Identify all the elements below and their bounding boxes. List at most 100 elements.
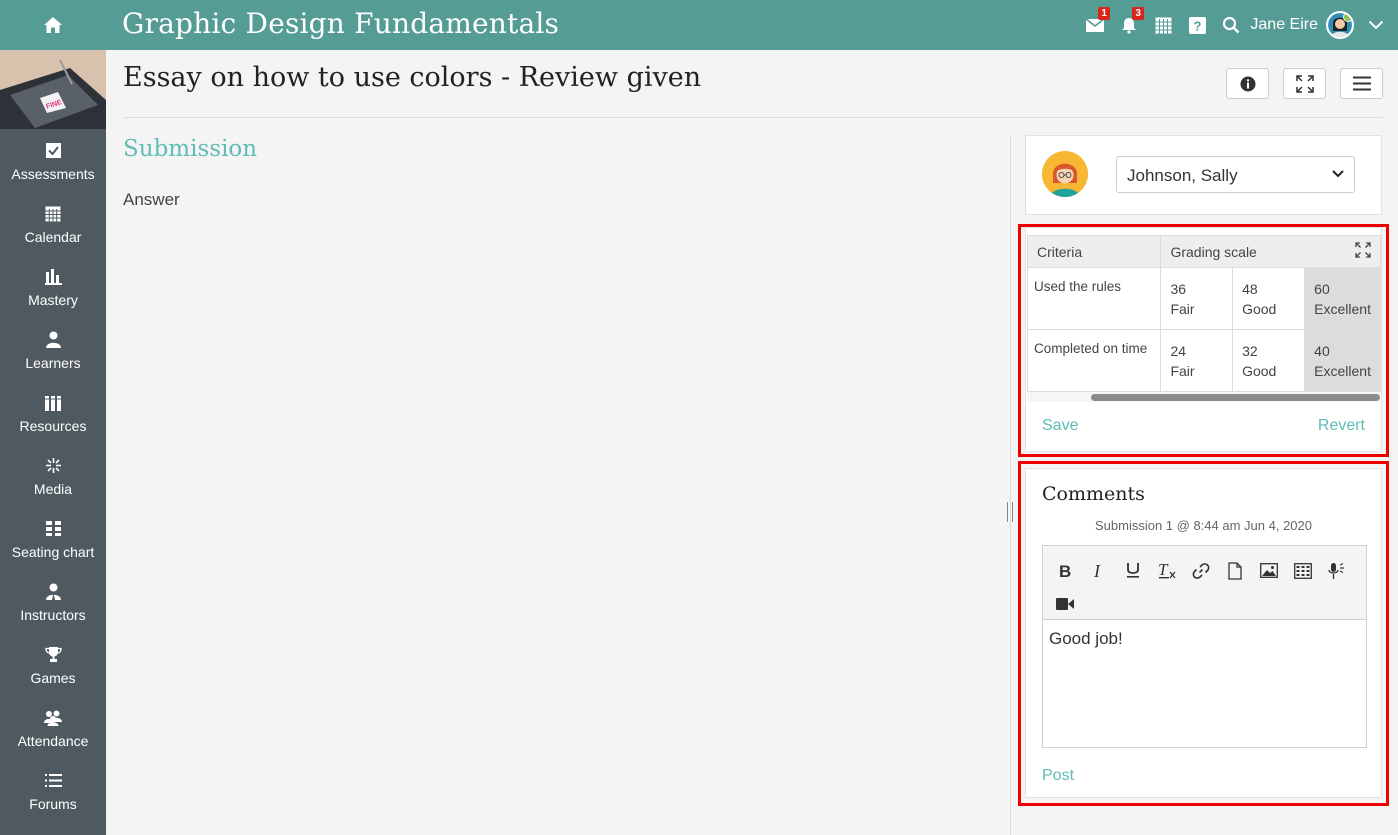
group-icon [44, 707, 62, 729]
notifications-button[interactable]: 3 [1112, 0, 1146, 50]
italic-icon: I [1092, 563, 1106, 579]
rubric-level-cell[interactable]: 24 Fair [1160, 329, 1234, 392]
scrollbar-thumb[interactable] [1091, 394, 1380, 401]
sidebar-item-mastery[interactable]: Mastery [0, 255, 106, 318]
messages-badge: 1 [1098, 7, 1110, 20]
rubric-level-cell[interactable]: 36 Fair [1160, 267, 1234, 330]
microphone-icon [1328, 562, 1346, 580]
submission-heading: Submission [123, 136, 258, 162]
grading-scale-header: Grading scale [1160, 235, 1381, 268]
rubric-panel: Criteria Grading scale Used the rules 36… [1025, 227, 1382, 452]
link-button[interactable] [1184, 554, 1218, 587]
level-label: Good [1242, 301, 1277, 317]
level-label: Fair [1170, 363, 1195, 379]
sidebar-item-calendar[interactable]: Calendar [0, 192, 106, 255]
panel-divider [1010, 135, 1011, 835]
books-icon [44, 392, 62, 414]
sidebar: FINE Assessments Calendar Mastery Learne… [0, 50, 106, 835]
learner-avatar [1042, 151, 1088, 197]
sidebar-item-label: Seating chart [11, 543, 95, 560]
chevron-down-icon [1332, 170, 1344, 178]
panel-resize-handle[interactable] [1006, 502, 1014, 522]
calendar-grid-icon [1154, 17, 1172, 34]
sidebar-item-media[interactable]: Media [0, 444, 106, 507]
record-audio-button[interactable] [1320, 554, 1354, 587]
rubric-level-cell-selected[interactable]: 40 Excellent [1304, 329, 1381, 392]
learner-select[interactable]: Johnson, Sally [1116, 156, 1355, 193]
sidebar-item-forums[interactable]: Forums [0, 759, 106, 822]
horizontal-scrollbar[interactable] [1027, 392, 1380, 402]
comment-textarea[interactable]: Good job! [1043, 620, 1366, 747]
calendar-icon [45, 203, 61, 225]
sidebar-item-label: Mastery [28, 291, 78, 308]
page-title: Essay on how to use colors - Review give… [123, 62, 702, 93]
sidebar-item-seating-chart[interactable]: Seating chart [0, 507, 106, 570]
messages-button[interactable]: 1 [1078, 0, 1112, 50]
submission-meta: Submission 1 @ 8:44 am Jun 4, 2020 [1095, 518, 1312, 533]
sidebar-item-label: Instructors [20, 606, 86, 623]
info-button[interactable] [1226, 68, 1269, 99]
post-button[interactable]: Post [1042, 767, 1074, 785]
svg-text:I: I [1093, 563, 1101, 579]
learner-select-value: Johnson, Sally [1127, 166, 1238, 185]
title-divider [123, 117, 1383, 118]
menu-button[interactable] [1340, 68, 1383, 99]
insert-file-button[interactable] [1218, 554, 1252, 587]
level-label: Excellent [1314, 301, 1371, 317]
insert-table-button[interactable] [1286, 554, 1320, 587]
sidebar-item-label: Media [33, 480, 73, 497]
course-thumbnail[interactable]: FINE [0, 50, 106, 129]
sidebar-item-label: Assessments [11, 165, 95, 182]
answer-label: Answer [123, 190, 180, 209]
expand-icon [1295, 74, 1314, 93]
user-menu-toggle[interactable] [1354, 0, 1398, 50]
seating-grid-icon [45, 518, 62, 540]
revert-button[interactable]: Revert [1318, 417, 1365, 435]
fullscreen-button[interactable] [1283, 68, 1326, 99]
sidebar-item-resources[interactable]: Resources [0, 381, 106, 444]
bold-button[interactable]: B [1048, 554, 1082, 587]
sidebar-item-label: Learners [25, 354, 81, 371]
save-button[interactable]: Save [1042, 417, 1078, 435]
clear-format-icon: T [1158, 562, 1176, 579]
hamburger-icon [1352, 76, 1371, 91]
rubric-level-cell[interactable]: 48 Good [1232, 267, 1306, 330]
link-icon [1192, 562, 1210, 580]
level-points: 24 [1170, 343, 1187, 359]
underline-button[interactable] [1116, 554, 1150, 587]
sidebar-item-attendance[interactable]: Attendance [0, 696, 106, 759]
level-points: 48 [1242, 281, 1258, 297]
calendar-button[interactable] [1146, 0, 1180, 50]
insert-image-button[interactable] [1252, 554, 1286, 587]
video-camera-icon [1056, 597, 1074, 611]
italic-button[interactable]: I [1082, 554, 1116, 587]
sidebar-item-label: Games [30, 669, 76, 686]
username[interactable]: Jane Eire [1250, 16, 1318, 34]
help-button[interactable]: ? [1180, 0, 1214, 50]
table-row: Used the rules 36 Fair 48 Good 60 Excellent [1026, 267, 1381, 330]
sidebar-item-instructors[interactable]: Instructors [0, 570, 106, 633]
online-status-dot [1343, 13, 1352, 22]
rubric-level-cell-selected[interactable]: 60 Excellent [1304, 267, 1381, 330]
list-icon [44, 770, 62, 792]
notifications-badge: 3 [1132, 7, 1144, 20]
expand-rubric-icon[interactable] [1355, 242, 1371, 258]
user-avatar[interactable] [1326, 11, 1354, 39]
sidebar-item-learners[interactable]: Learners [0, 318, 106, 381]
sidebar-item-assessments[interactable]: Assessments [0, 129, 106, 192]
svg-text:T: T [1158, 562, 1169, 579]
person-icon [45, 329, 62, 351]
learner-panel: Johnson, Sally [1025, 135, 1382, 215]
sidebar-item-games[interactable]: Games [0, 633, 106, 696]
instructor-icon [45, 581, 62, 603]
rubric-level-cell[interactable]: 32 Good [1232, 329, 1306, 392]
sparkle-icon [45, 455, 62, 477]
search-button[interactable] [1214, 0, 1248, 50]
criteria-header: Criteria [1026, 235, 1162, 268]
editor-toolbar: B I T [1043, 546, 1366, 620]
home-button[interactable] [0, 0, 106, 50]
clear-format-button[interactable]: T [1150, 554, 1184, 587]
record-video-button[interactable] [1048, 587, 1082, 620]
rubric-table: Criteria Grading scale Used the rules 36… [1026, 235, 1381, 392]
table-row: Completed on time 24 Fair 32 Good 40 Excell… [1026, 329, 1381, 392]
